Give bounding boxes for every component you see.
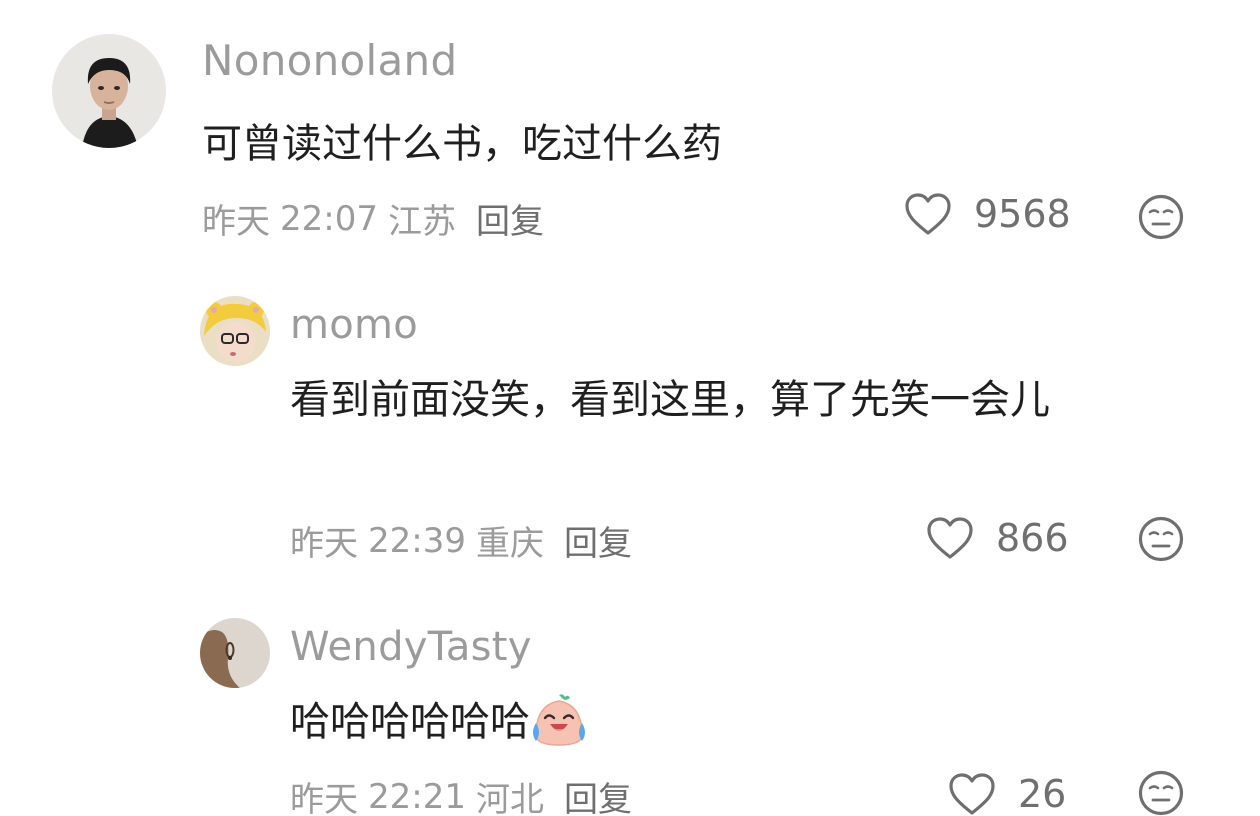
comment-text-content: 哈哈哈哈哈哈 [290, 699, 530, 745]
comment-text: 哈哈哈哈哈哈 [290, 690, 1182, 754]
reply-button[interactable]: 回复 [564, 772, 632, 816]
avatar[interactable] [200, 618, 270, 688]
neutral-face-icon[interactable] [1138, 770, 1184, 816]
profile-photo-avatar-icon [200, 618, 270, 688]
heart-icon[interactable] [948, 772, 996, 816]
comment-list: Nononoland 可曾读过什么书，吃过什么药 昨天 22:07 江苏 回复 … [0, 0, 1260, 816]
laugh-cry-emoji-icon [533, 694, 585, 746]
comment-time: 22:21 [368, 776, 466, 816]
comment-item: WendyTasty 哈哈哈哈哈哈 昨天 22:21 河北 回复 26 [0, 0, 1260, 816]
like-count: 26 [1018, 772, 1067, 816]
comment-location: 河北 [475, 780, 544, 816]
like-control[interactable]: 26 [948, 772, 1066, 816]
comment-meta: 昨天 22:21 河北 回复 [290, 772, 642, 816]
username[interactable]: WendyTasty [290, 624, 532, 670]
comment-date: 昨天 [290, 780, 358, 816]
